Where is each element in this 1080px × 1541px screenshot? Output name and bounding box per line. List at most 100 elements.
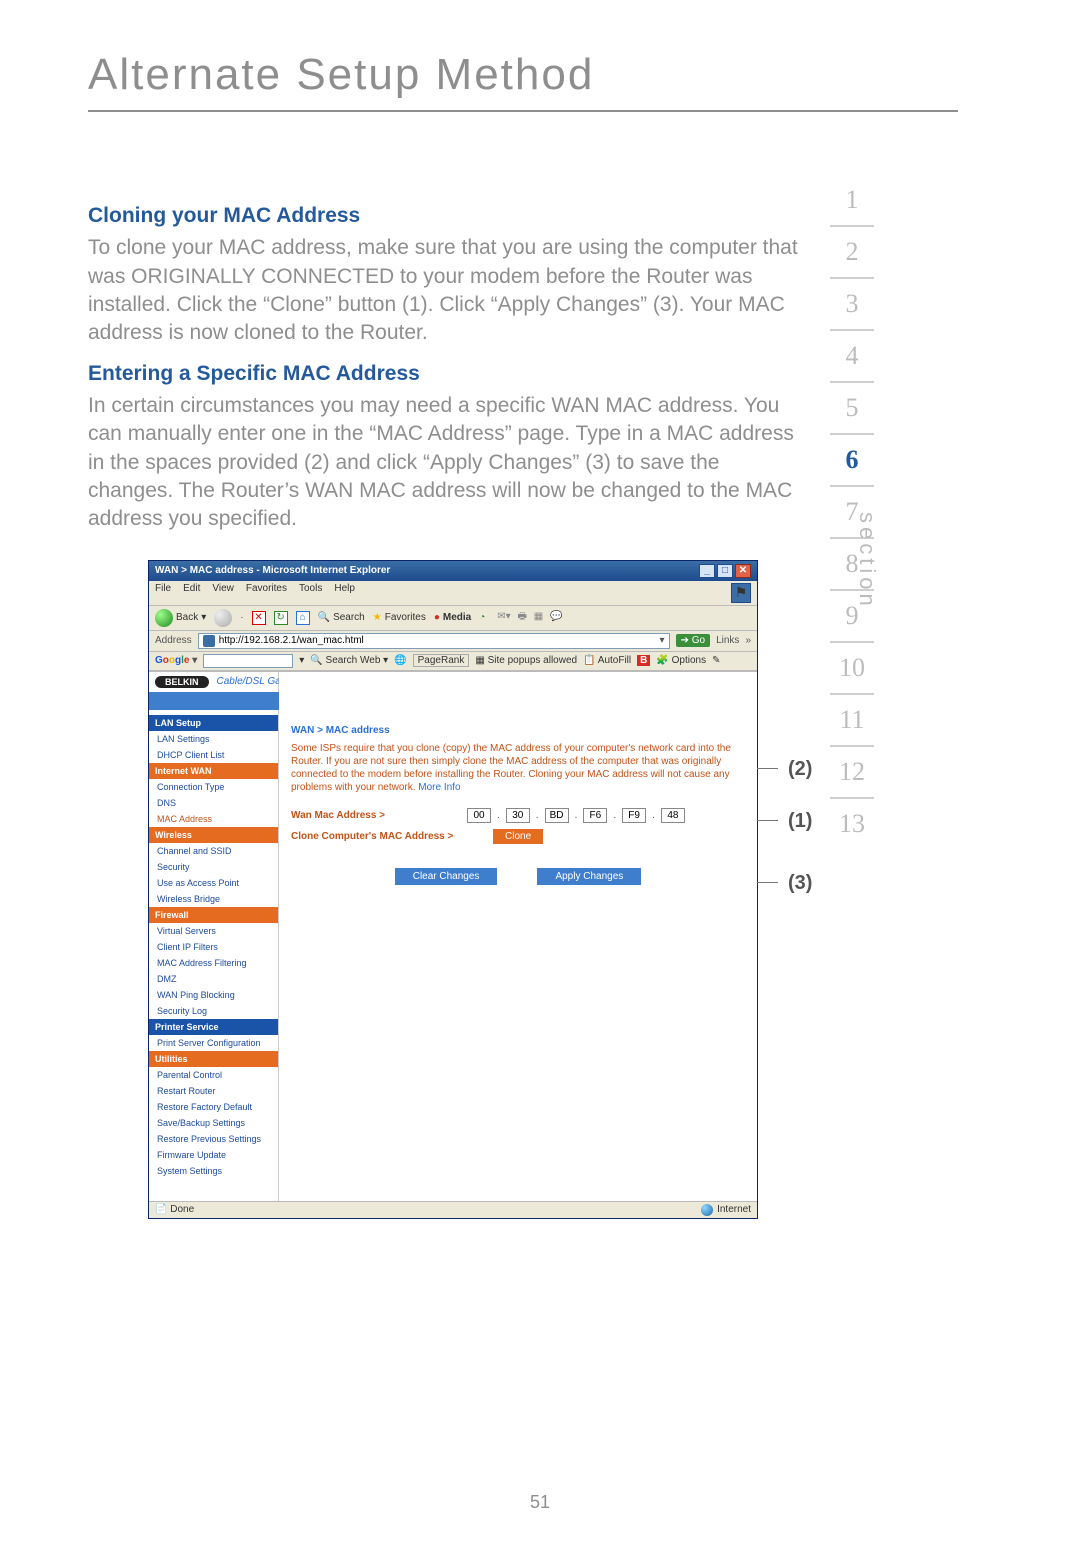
mac-field-3[interactable] — [545, 808, 569, 823]
side-link[interactable]: Security Log — [149, 1003, 278, 1019]
apply-changes-button[interactable]: Apply Changes — [537, 868, 641, 885]
side-link[interactable]: Restore Factory Default — [149, 1099, 278, 1115]
menu-favorites[interactable]: Favorites — [246, 583, 287, 603]
discuss-icon[interactable]: 💬 — [550, 611, 562, 622]
side-link[interactable]: Connection Type — [149, 779, 278, 795]
wan-mac-label: Wan Mac Address > — [291, 810, 461, 821]
maximize-button[interactable]: □ — [717, 564, 733, 578]
side-link[interactable]: WAN Ping Blocking — [149, 987, 278, 1003]
side-link[interactable]: Firmware Update — [149, 1147, 278, 1163]
minimize-button[interactable]: _ — [699, 564, 715, 578]
clear-changes-button[interactable]: Clear Changes — [395, 868, 498, 885]
section-tab[interactable]: 10 — [830, 643, 874, 695]
section-tab-active[interactable]: 6 — [830, 435, 874, 487]
section-label: section — [854, 512, 880, 610]
mac-field-5[interactable] — [622, 808, 646, 823]
clone-label: Clone Computer's MAC Address > — [291, 831, 487, 842]
side-link[interactable]: Virtual Servers — [149, 923, 278, 939]
description: Some ISPs require that you clone (copy) … — [291, 742, 745, 794]
side-head-ut: Utilities — [149, 1051, 278, 1067]
mac-field-2[interactable] — [506, 808, 530, 823]
heading-specific: Entering a Specific MAC Address — [88, 360, 808, 388]
side-link[interactable]: Parental Control — [149, 1067, 278, 1083]
menu-help[interactable]: Help — [334, 583, 355, 603]
favorites-button[interactable]: ★Favorites — [373, 612, 426, 623]
links-label[interactable]: Links — [716, 635, 739, 646]
section-tab[interactable]: 2 — [830, 227, 874, 279]
belkin-logo: BELKIN — [155, 676, 209, 688]
section-tab[interactable]: 1 — [830, 175, 874, 227]
side-link[interactable]: Use as Access Point — [149, 875, 278, 891]
ie-window: WAN > MAC address - Microsoft Internet E… — [148, 560, 758, 1219]
section-tab[interactable]: 4 — [830, 331, 874, 383]
section-tab[interactable]: 3 — [830, 279, 874, 331]
section-tab[interactable]: 12 — [830, 747, 874, 799]
side-link[interactable]: Save/Backup Settings — [149, 1115, 278, 1131]
side-link[interactable]: Restart Router — [149, 1083, 278, 1099]
google-autofill[interactable]: 📋 AutoFill — [583, 655, 631, 666]
side-link-active[interactable]: MAC Address — [149, 811, 278, 827]
page-icon — [203, 635, 215, 647]
media-button[interactable]: ●Media — [434, 612, 471, 623]
main-panel: WAN > MAC address Some ISPs require that… — [279, 672, 757, 1201]
google-popups[interactable]: ▦ Site popups allowed — [475, 655, 577, 666]
side-link[interactable]: MAC Address Filtering — [149, 955, 278, 971]
clone-button[interactable]: Clone — [493, 829, 543, 844]
more-info-link[interactable]: More Info — [418, 782, 460, 793]
side-link[interactable]: Restore Previous Settings — [149, 1131, 278, 1147]
heading-cloning: Cloning your MAC Address — [88, 202, 808, 230]
stop-icon[interactable]: ✕ — [252, 611, 266, 625]
side-head-lan: LAN Setup — [149, 715, 278, 731]
side-link[interactable]: Client IP Filters — [149, 939, 278, 955]
google-b-icon[interactable]: B — [637, 655, 650, 666]
google-options[interactable]: 🧩 Options — [656, 655, 706, 666]
breadcrumb: WAN > MAC address — [291, 725, 745, 736]
home-icon[interactable]: ⌂ — [296, 611, 310, 625]
page-title: Alternate Setup Method — [88, 50, 958, 112]
side-head-fw: Firewall — [149, 907, 278, 923]
address-field[interactable]: http://192.168.2.1/wan_mac.html▾ — [198, 633, 670, 649]
google-logo: Google ▾ — [155, 655, 197, 666]
status-zone: Internet — [701, 1204, 751, 1216]
google-news-icon[interactable]: 🌐 — [394, 655, 406, 666]
section-tab[interactable]: 13 — [830, 799, 874, 849]
mac-field-6[interactable] — [661, 808, 685, 823]
side-link[interactable]: Security — [149, 859, 278, 875]
mac-field-4[interactable] — [583, 808, 607, 823]
google-highlight-icon[interactable]: ✎ — [712, 655, 720, 666]
google-pagerank[interactable]: PageRank — [413, 654, 470, 667]
side-link[interactable]: System Settings — [149, 1163, 278, 1179]
mail-icon[interactable]: ✉▾ — [497, 611, 510, 622]
section-tab[interactable]: 11 — [830, 695, 874, 747]
menu-file[interactable]: File — [155, 583, 171, 603]
forward-button[interactable] — [214, 609, 232, 627]
close-button[interactable]: ✕ — [735, 564, 751, 578]
side-link[interactable]: LAN Settings — [149, 731, 278, 747]
side-head-wl: Wireless — [149, 827, 278, 843]
section-tab[interactable]: 5 — [830, 383, 874, 435]
history-icon[interactable]: ◔ — [479, 612, 485, 623]
side-link[interactable]: Channel and SSID — [149, 843, 278, 859]
side-link[interactable]: Wireless Bridge — [149, 891, 278, 907]
menu-edit[interactable]: Edit — [183, 583, 200, 603]
callout-1: (1) — [788, 810, 812, 833]
back-button[interactable]: Back ▾ — [155, 609, 206, 627]
menu-bar: File Edit View Favorites Tools Help ⚑ — [149, 581, 757, 606]
refresh-icon[interactable]: ↻ — [274, 611, 288, 625]
edit-icon[interactable]: ▦ — [534, 611, 543, 622]
side-link[interactable]: Print Server Configuration — [149, 1035, 278, 1051]
side-link[interactable]: DMZ — [149, 971, 278, 987]
mac-field-1[interactable] — [467, 808, 491, 823]
menu-tools[interactable]: Tools — [299, 583, 322, 603]
search-button[interactable]: 🔍Search — [318, 612, 365, 623]
google-search-web[interactable]: 🔍 Search Web ▾ — [310, 655, 388, 666]
side-link[interactable]: DNS — [149, 795, 278, 811]
window-title: WAN > MAC address - Microsoft Internet E… — [155, 565, 390, 576]
address-label: Address — [155, 635, 192, 646]
side-link[interactable]: DHCP Client List — [149, 747, 278, 763]
toolbar-extra: ✉▾ 🖶 ▦ 💬 — [493, 609, 562, 626]
google-search-field[interactable] — [203, 654, 293, 668]
menu-view[interactable]: View — [212, 583, 234, 603]
go-button[interactable]: ➔ Go — [676, 634, 711, 647]
print-icon[interactable]: 🖶 — [517, 611, 526, 622]
